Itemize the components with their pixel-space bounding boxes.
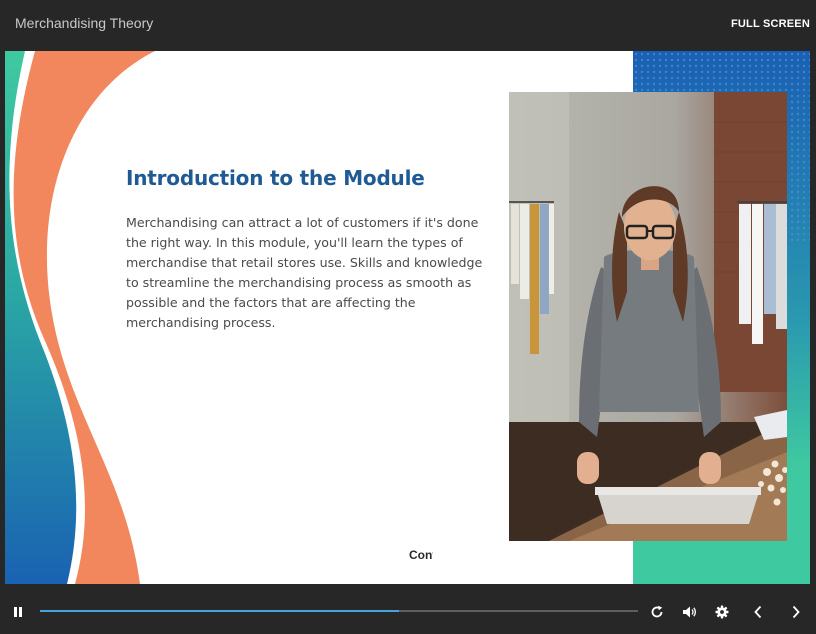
progress-fill	[40, 610, 399, 612]
settings-button[interactable]	[713, 603, 731, 621]
replay-icon	[651, 605, 663, 618]
pause-button[interactable]	[9, 603, 27, 621]
gear-icon	[715, 605, 729, 619]
chevron-right-icon	[792, 605, 800, 619]
top-bar: Merchandising Theory FULL SCREEN	[0, 0, 816, 50]
replay-button[interactable]	[648, 603, 666, 621]
slide-body-text: Merchandising can attract a lot of custo…	[126, 215, 483, 330]
volume-button[interactable]	[681, 603, 699, 621]
player-controls	[0, 590, 816, 634]
slide: Introduction to the Module Merchandising…	[5, 51, 810, 584]
volume-icon	[683, 606, 697, 618]
pause-icon	[14, 607, 22, 617]
progress-bar[interactable]	[40, 610, 638, 612]
woman-at-laptop-photo	[509, 92, 787, 541]
continue-button[interactable]: Continue	[409, 548, 433, 562]
full-screen-button[interactable]: FULL SCREEN	[731, 18, 810, 30]
previous-button[interactable]	[749, 603, 767, 621]
slide-heading: Introduction to the Module	[126, 166, 425, 190]
course-title: Merchandising Theory	[15, 15, 154, 31]
chevron-left-icon	[754, 605, 762, 619]
next-button[interactable]	[787, 603, 805, 621]
